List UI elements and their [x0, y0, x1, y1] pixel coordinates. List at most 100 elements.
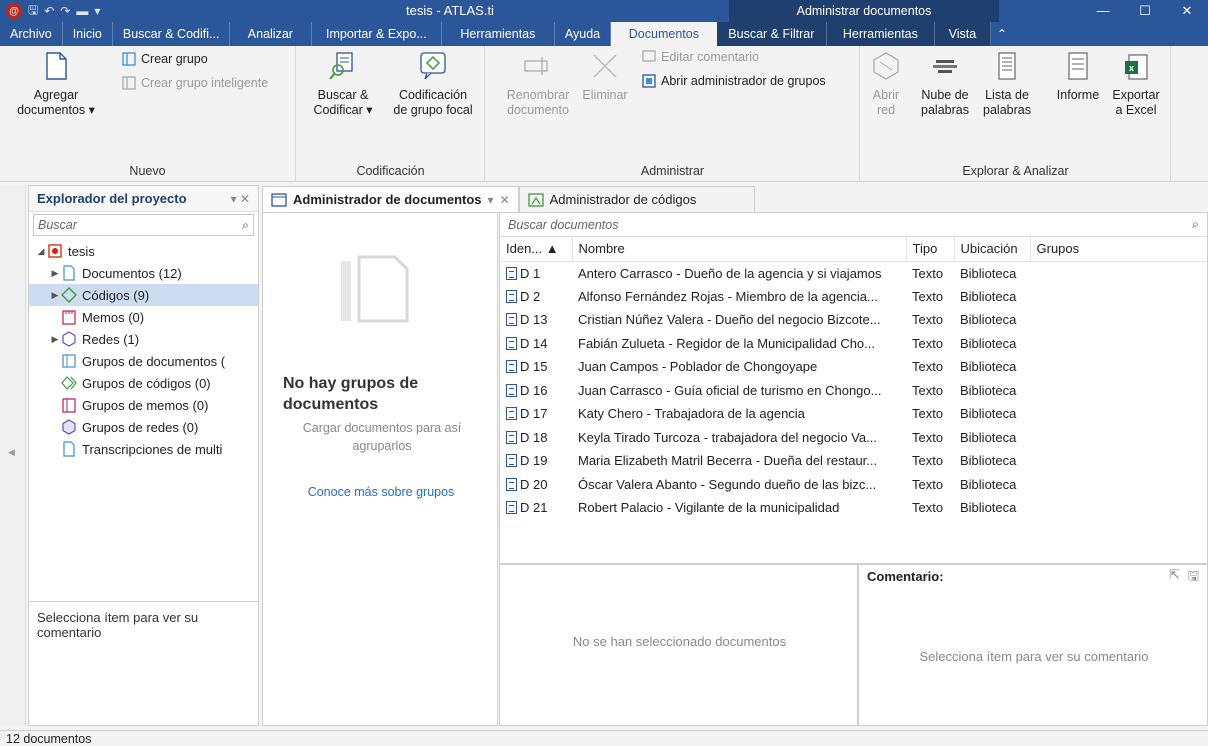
memo-icon [62, 310, 76, 325]
tree-node-grupos-redes[interactable]: Grupos de redes (0) [29, 416, 258, 438]
tab-buscar-codificar[interactable]: Buscar & Codifi... [113, 22, 230, 46]
tab-archivo[interactable]: Archivo [0, 22, 63, 46]
table-row[interactable]: D 16 Juan Carrasco - Guía oficial de turi… [500, 379, 1207, 403]
tab-analizar[interactable]: Analizar [230, 22, 312, 46]
text-document-icon [506, 454, 517, 468]
expanded-arrow-icon[interactable]: ◢ [35, 246, 47, 257]
tree-node-memos[interactable]: Memos (0) [29, 306, 258, 328]
col-id[interactable]: Iden... ▲ [500, 237, 573, 262]
collapsed-arrow-icon[interactable]: ▶ [49, 334, 61, 345]
tab-importar-exportar[interactable]: Importar & Expo... [312, 22, 442, 46]
tab-menu-icon[interactable]: ▾ [488, 193, 494, 207]
left-collapse-strip[interactable]: ◀ [0, 185, 26, 726]
tree-node-documentos[interactable]: ▶ Documentos (12) [29, 262, 258, 284]
col-grupos[interactable]: Grupos [1030, 237, 1207, 262]
tree-node-redes[interactable]: ▶ Redes (1) [29, 328, 258, 350]
table-row[interactable]: D 18 Keyla Tirado Turcoza - trabajadora d… [500, 426, 1207, 450]
table-row[interactable]: D 21 Robert Palacio - Vigilante de la mun… [500, 496, 1207, 520]
abrir-administrador-grupos-button[interactable]: Abrir administrador de grupos [642, 74, 826, 88]
text-document-icon [506, 383, 517, 397]
table-row[interactable]: D 13 Cristian Núñez Valera - Dueño del ne… [500, 308, 1207, 332]
learn-groups-link[interactable]: Conoce más sobre grupos [263, 485, 499, 499]
tab-buscar-filtrar[interactable]: Buscar & Filtrar [716, 22, 827, 46]
table-row[interactable]: D 1 Antero Carrasco - Dueño de la agencia… [500, 261, 1207, 285]
tree-node-codigos[interactable]: ▶ Códigos (9) [29, 284, 258, 306]
search-icon: ⌕ [1191, 217, 1199, 231]
tab-herramientas-ctx[interactable]: Herramientas [826, 22, 935, 46]
group-icon [122, 52, 136, 66]
tree-node-transcripciones[interactable]: Transcripciones de multi [29, 438, 258, 460]
tab-ayuda[interactable]: Ayuda [555, 22, 611, 46]
code-icon [61, 287, 77, 303]
table-row[interactable]: D 20 Óscar Valera Abanto - Segundo dueño … [500, 473, 1207, 497]
editar-comentario-button[interactable]: Editar comentario [642, 50, 759, 64]
table-row[interactable]: D 17 Katy Chero - Trabajadora de la agenc… [500, 402, 1207, 426]
documents-table: Iden... ▲ Nombre Tipo Ubicación Grupos D… [500, 237, 1207, 520]
collapsed-arrow-icon[interactable]: ▶ [49, 268, 61, 279]
tree-node-tesis[interactable]: ◢ tesis [29, 240, 258, 262]
agregar-documentos-button[interactable]: Agregar documentos ▾ [14, 50, 98, 118]
maximize-button[interactable]: ☐ [1124, 0, 1166, 22]
tab-vista[interactable]: Vista [934, 22, 991, 46]
focus-group-icon [420, 52, 446, 80]
text-document-icon [506, 477, 517, 491]
tab-herramientas[interactable]: Herramientas [442, 22, 555, 46]
document-tabs: Administrador de documentos ▾ ✕ Administ… [262, 186, 1208, 212]
table-row[interactable]: D 19 Maria Elizabeth Matril Becerra - Due… [500, 449, 1207, 473]
table-row[interactable]: D 14 Fabián Zulueta - Regidor de la Munic… [500, 332, 1207, 356]
tab-administrador-codigos[interactable]: Administrador de códigos [518, 186, 755, 212]
status-bar: 12 documentos [0, 730, 1208, 746]
close-button[interactable]: ✕ [1166, 0, 1208, 22]
text-document-icon [506, 313, 517, 327]
tab-administrador-documentos[interactable]: Administrador de documentos ▾ ✕ [262, 186, 519, 212]
explorer-search-input[interactable]: Buscar ⌕ [33, 214, 254, 236]
search-icon: ⌕ [241, 217, 249, 232]
collapse-ribbon-icon[interactable]: ⌃ [991, 22, 1013, 46]
open-editor-icon[interactable]: ⇱ [1169, 567, 1180, 589]
no-groups-subtitle: Cargar documentos para así agruparlos [302, 421, 462, 453]
new-document-icon [46, 52, 67, 80]
ribbon-tabs: Archivo Inicio Buscar & Codifi... Analiz… [0, 22, 1208, 46]
tree-node-grupos-codigos[interactable]: Grupos de códigos (0) [29, 372, 258, 394]
codificacion-grupo-focal-button[interactable]: Codificación de grupo focal [385, 50, 481, 118]
collapse-arrow-icon[interactable]: ◀ [8, 447, 15, 458]
crear-grupo-inteligente-button[interactable]: Crear grupo inteligente [122, 76, 268, 90]
close-tab-icon[interactable]: ✕ [500, 193, 510, 207]
exportar-excel-button[interactable]: x Exportar a Excel [1107, 50, 1165, 118]
project-explorer: Explorador del proyecto ▾ ✕ Buscar ⌕ ◢ t… [28, 185, 259, 726]
explorer-controls[interactable]: ▾ ✕ [231, 192, 250, 206]
col-nombre[interactable]: Nombre [572, 237, 907, 262]
renombrar-documento-button[interactable]: Renombrar documento [498, 50, 578, 118]
tree-node-grupos-memos[interactable]: Grupos de memos (0) [29, 394, 258, 416]
transcript-icon [63, 441, 75, 457]
no-selection-message: No se han seleccionado documentos [572, 634, 787, 649]
group-explorar-analizar: Abrir red Nube de palabras Lista de pala… [861, 46, 1171, 182]
document-group-icon [62, 354, 76, 368]
col-ubicacion[interactable]: Ubicación [954, 237, 1031, 262]
tab-inicio[interactable]: Inicio [63, 22, 113, 46]
code-manager-icon [527, 192, 544, 207]
buscar-codificar-button[interactable]: Buscar & Codificar ▾ [307, 50, 379, 118]
save-comment-icon[interactable]: 🖫 [1188, 567, 1199, 589]
text-document-icon [506, 266, 517, 280]
abrir-red-button[interactable]: Abrir red [865, 50, 907, 118]
tree-node-grupos-documentos[interactable]: Grupos de documentos ( [29, 350, 258, 372]
table-row[interactable]: D 2 Alfonso Fernández Rojas - Miembro de … [500, 285, 1207, 309]
delete-icon [593, 54, 617, 78]
informe-button[interactable]: Informe [1049, 50, 1107, 103]
crear-grupo-button[interactable]: Crear grupo [122, 52, 208, 66]
tab-documentos[interactable]: Documentos [610, 22, 717, 46]
eliminar-button[interactable]: Eliminar [578, 50, 632, 103]
lista-palabras-button[interactable]: Lista de palabras [975, 50, 1039, 118]
document-preview-pane: No se han seleccionado documentos [499, 564, 858, 726]
nube-palabras-button[interactable]: Nube de palabras [913, 50, 977, 118]
col-tipo[interactable]: Tipo [906, 237, 955, 262]
collapsed-arrow-icon[interactable]: ▶ [49, 290, 61, 301]
network-group-icon [62, 419, 76, 435]
minimize-button[interactable]: — [1082, 0, 1124, 22]
title-bar: @ 🖫 ↶ ↷ ▬ ▾ tesis - ATLAS.ti Administrar… [0, 0, 1208, 22]
documents-search-input[interactable]: Buscar documentos ⌕ [500, 213, 1207, 237]
text-document-icon [506, 360, 517, 374]
table-row[interactable]: D 15 Juan Campos - Poblador de Chongoyape… [500, 355, 1207, 379]
search-code-icon [329, 52, 353, 80]
